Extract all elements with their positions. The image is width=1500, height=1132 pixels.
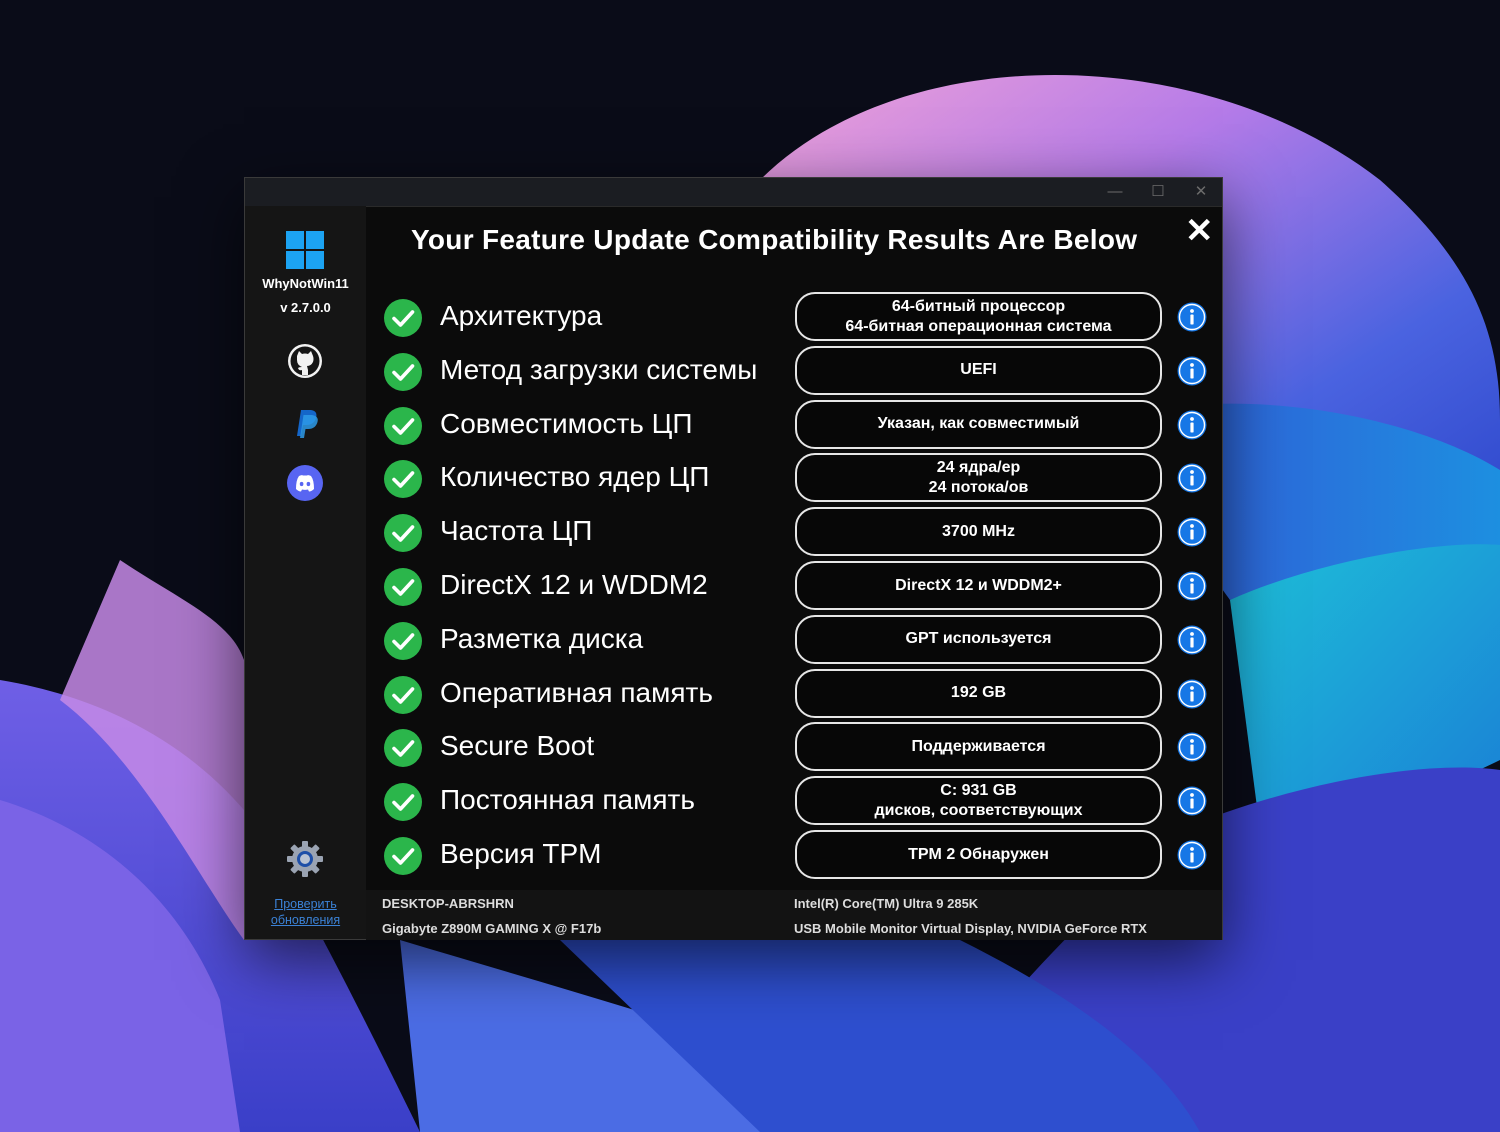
result-value-line: 3700 MHz	[942, 522, 1015, 540]
check-pass-icon	[383, 836, 423, 876]
result-row: Secure Boot Поддерживается	[245, 722, 1224, 772]
motherboard: Gigabyte Z890M GAMING X @ F17b	[382, 921, 602, 936]
check-pass-icon	[383, 459, 423, 499]
gpu-name: USB Mobile Monitor Virtual Display, NVID…	[794, 921, 1147, 936]
result-value: Поддерживается	[795, 722, 1162, 772]
result-value-line: дисков, соответствующих	[874, 801, 1083, 819]
check-pass-icon	[383, 406, 423, 446]
app-name: WhyNotWin11	[262, 276, 349, 291]
result-row: Постоянная память C: 931 GB дисков, соотве…	[245, 776, 1224, 826]
result-value: 192 GB	[795, 668, 1162, 718]
close-button[interactable]: ✕	[1185, 214, 1214, 248]
result-value-line: DirectX 12 и WDDM2+	[895, 576, 1062, 594]
result-value: GPT используется	[795, 614, 1162, 664]
cpu-name: Intel(R) Core(TM) Ultra 9 285K	[794, 896, 979, 911]
result-label: Архитектура	[440, 300, 603, 331]
window-close-button[interactable]: ✕	[1186, 182, 1216, 202]
info-icon[interactable]	[1177, 356, 1207, 386]
windows-logo-icon	[286, 231, 324, 269]
result-row: Количество ядер ЦП 24 ядра/ер 24 потока/ов	[245, 453, 1224, 503]
result-label: Совместимость ЦП	[440, 407, 693, 439]
app-window: — ☐ ✕ WhyNotWin11 v 2.7.0.0 Проверить об…	[244, 177, 1223, 940]
check-pass-icon	[383, 298, 423, 338]
info-icon[interactable]	[1177, 302, 1207, 332]
info-icon[interactable]	[1177, 732, 1207, 762]
check-updates-line2: обновления	[270, 913, 341, 927]
result-value: UEFI	[795, 345, 1162, 395]
check-pass-icon	[383, 675, 423, 715]
result-label: Частота ЦП	[440, 515, 593, 547]
result-label: Оперативная память	[440, 676, 713, 708]
result-value: DirectX 12 и WDDM2+	[795, 561, 1162, 610]
hostname: DESKTOP-ABRSHRN	[382, 896, 514, 911]
check-pass-icon	[383, 352, 423, 392]
check-updates-line1: Проверить	[274, 897, 337, 911]
result-label: Метод загрузки системы	[440, 353, 758, 385]
result-value: C: 931 GB дисков, соответствующих	[795, 776, 1162, 826]
info-icon[interactable]	[1177, 679, 1207, 709]
info-icon[interactable]	[1177, 625, 1207, 655]
result-value-line: UEFI	[960, 361, 997, 379]
result-value: Указан, как совместимый	[795, 399, 1162, 449]
title-bar: — ☐ ✕	[245, 178, 1222, 207]
result-row: Оперативная память 192 GB	[245, 668, 1224, 719]
check-pass-icon	[383, 513, 423, 553]
result-label: Разметка диска	[440, 622, 644, 654]
minimize-button[interactable]: —	[1100, 182, 1130, 202]
result-value-line: 24 потока/ов	[928, 478, 1029, 496]
result-label: Количество ядер ЦП	[440, 461, 710, 493]
result-value-line: Поддерживается	[911, 737, 1046, 755]
result-row: Версия TPM TPM 2 Обнаружен	[245, 830, 1224, 880]
result-label: Постоянная память	[440, 784, 695, 816]
result-value-line: Указан, как совместимый	[877, 415, 1080, 433]
result-row: Разметка диска GPT используется	[245, 614, 1224, 665]
result-label: DirectX 12 и WDDM2	[440, 569, 708, 600]
info-icon[interactable]	[1177, 786, 1207, 816]
info-icon[interactable]	[1177, 840, 1207, 870]
result-value: TPM 2 Обнаружен	[795, 830, 1162, 879]
check-pass-icon	[383, 621, 423, 661]
info-icon[interactable]	[1177, 410, 1207, 440]
system-info-footer: DESKTOP-ABRSHRN Gigabyte Z890M GAMING X …	[366, 890, 1222, 940]
info-icon[interactable]	[1177, 463, 1207, 493]
result-value-line: TPM 2 Обнаружен	[908, 845, 1049, 863]
maximize-button[interactable]: ☐	[1143, 182, 1173, 202]
result-label: Secure Boot	[440, 730, 595, 762]
result-value: 3700 MHz	[795, 507, 1162, 557]
result-value: 64-битный процессор 64-битная операционна…	[795, 292, 1162, 341]
result-value-line: 64-битный процессор	[891, 297, 1066, 315]
result-row: Совместимость ЦП Указан, как совместимый	[245, 399, 1224, 450]
result-value-line: 64-битная операционная система	[845, 317, 1112, 335]
result-value: 24 ядра/ер 24 потока/ов	[795, 453, 1162, 503]
result-row: Архитектура 64-битный процессор 64-битная …	[245, 292, 1224, 342]
result-row: Частота ЦП 3700 MHz	[245, 507, 1224, 557]
check-pass-icon	[383, 728, 423, 768]
result-value-line: 24 ядра/ер	[936, 458, 1021, 476]
info-icon[interactable]	[1177, 517, 1207, 547]
result-value-line: GPT используется	[905, 630, 1052, 648]
check-pass-icon	[383, 567, 423, 607]
check-updates-link[interactable]: Проверить обновления	[245, 896, 366, 928]
result-value-line: 192 GB	[950, 684, 1007, 702]
info-icon[interactable]	[1177, 571, 1207, 601]
check-pass-icon	[383, 782, 423, 822]
result-value-line: C: 931 GB	[940, 781, 1017, 799]
result-row: DirectX 12 и WDDM2 DirectX 12 и WDDM2+	[245, 561, 1224, 611]
page-title: Your Feature Update Compatibility Result…	[411, 224, 1138, 255]
result-row: Метод загрузки системы UEFI	[245, 345, 1224, 396]
result-label: Версия TPM	[440, 838, 602, 869]
